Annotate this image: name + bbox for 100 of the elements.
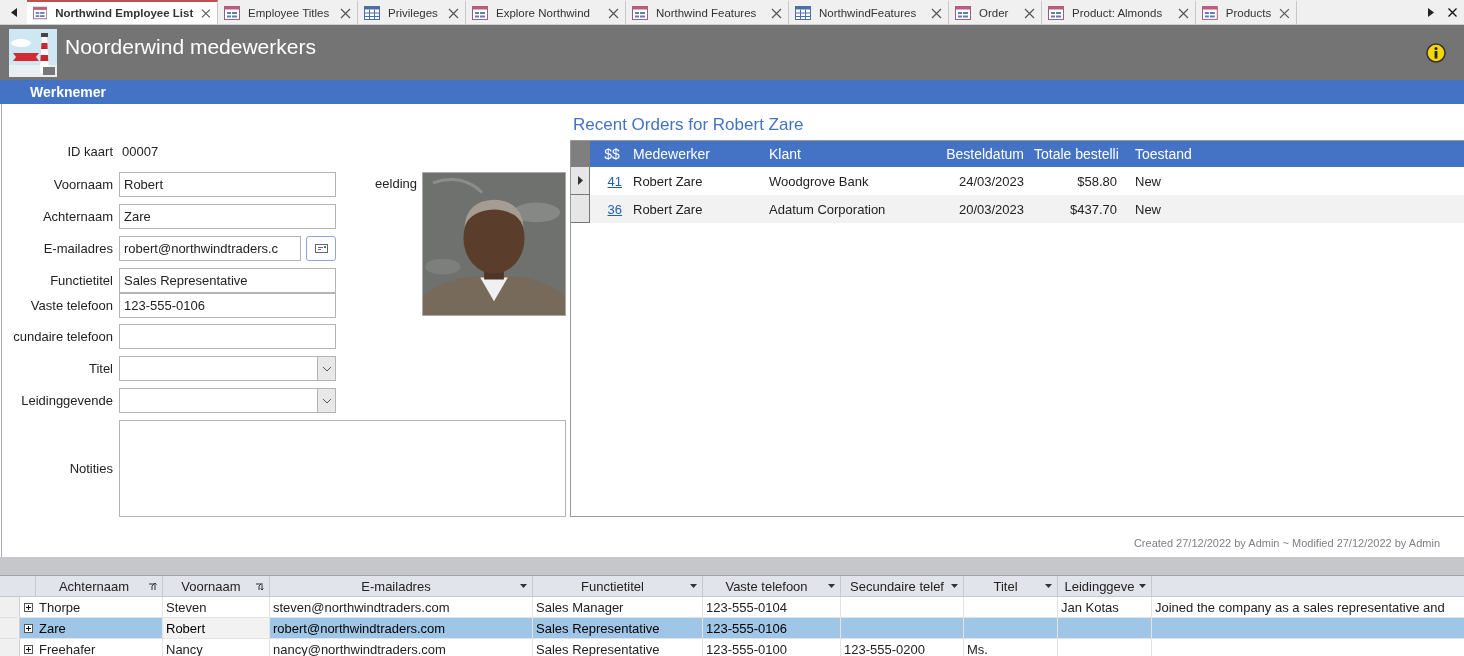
tab[interactable]: Employee Titles <box>218 0 358 24</box>
table-cell: Ms. <box>964 639 1058 656</box>
column-header[interactable]: Totale bestelli <box>1034 146 1125 162</box>
form-title: Noorderwind medewerkers <box>65 34 317 59</box>
table-cell: nancy@northwindtraders.com <box>270 639 533 656</box>
expand-icon[interactable] <box>23 644 33 654</box>
order-link[interactable]: 36 <box>591 201 622 217</box>
close-icon[interactable] <box>1447 7 1457 17</box>
close-icon[interactable] <box>340 7 351 19</box>
tab[interactable]: Product: Almonds <box>1042 0 1196 24</box>
column-header[interactable]: Besteldatum <box>917 146 1024 162</box>
column-header[interactable]: Voornaam <box>181 578 241 594</box>
expand-icon[interactable] <box>23 623 33 633</box>
table-cell-text: Adatum Corporation <box>769 201 887 217</box>
text-field[interactable]: Sales Representative <box>119 268 336 293</box>
table-cell: Steven <box>163 597 270 617</box>
form-icon <box>955 6 971 20</box>
dropdown-arrow-icon[interactable] <box>1139 584 1146 588</box>
tab[interactable]: Northwind Features <box>626 0 789 24</box>
column-header[interactable]: Medewerker <box>633 146 769 162</box>
dropdown-arrow-icon[interactable] <box>1045 584 1052 588</box>
column-header[interactable]: Vaste telefoon <box>725 578 808 594</box>
dropdown-arrow-icon[interactable] <box>951 584 958 588</box>
table-row[interactable]: Freehafer Nancy nancy@northwindtraders.com Sales Representative 123-555-0100 123-555-0200 Ms. <box>0 639 1464 656</box>
table-cell: 123-555-0106 <box>703 618 841 638</box>
form-icon <box>632 6 648 20</box>
envelope-icon <box>314 244 328 253</box>
column-header[interactable]: Secundaire telef <box>850 578 944 594</box>
subform-title: Recent Orders for Robert Zare <box>573 115 805 136</box>
column-header[interactable]: Titel <box>993 578 1018 594</box>
dropdown-field[interactable] <box>119 356 336 381</box>
table-cell: 123-555-0100 <box>703 639 841 656</box>
lighthouse-icon <box>9 28 57 77</box>
scroll-right-icon[interactable] <box>1427 7 1434 17</box>
table-cell: Sales Representative <box>533 639 703 656</box>
column-header[interactable]: Leidinggeve <box>1064 578 1135 594</box>
field-label: Achternaam <box>42 209 113 224</box>
email-field[interactable]: robert@northwindtraders.c <box>119 236 301 261</box>
section-title: Werknemer <box>30 84 106 100</box>
close-icon[interactable] <box>608 7 619 19</box>
table-row[interactable]: Zare Robert robert@northwindtraders.com Sales Representative 123-555-0106 <box>0 618 1464 639</box>
close-icon[interactable] <box>931 7 942 19</box>
column-header[interactable]: Functietitel <box>581 578 644 594</box>
field-label: cundaire telefoon <box>13 329 113 344</box>
table-cell-text: Robert Zare <box>633 201 704 217</box>
order-link[interactable]: 41 <box>591 173 622 189</box>
text-field[interactable] <box>119 324 336 349</box>
record-selector[interactable] <box>571 167 590 195</box>
table-cell: Nancy <box>163 639 270 656</box>
form-icon <box>224 6 240 20</box>
table-cell-text: New <box>1135 201 1162 217</box>
tab[interactable]: Products <box>1196 0 1297 24</box>
table-cell-text: Woodgrove Bank <box>769 173 870 189</box>
field-label: ID kaart <box>67 143 113 159</box>
close-icon[interactable] <box>1279 7 1290 19</box>
dropdown-arrow-icon[interactable] <box>690 584 697 588</box>
table-cell: Robert <box>163 618 270 638</box>
form-icon <box>1048 6 1064 20</box>
field-label: E-mailadres <box>43 241 113 256</box>
column-header[interactable]: Achternaam <box>58 578 130 594</box>
close-icon[interactable] <box>1024 7 1035 19</box>
table-icon <box>795 6 811 20</box>
close-icon[interactable] <box>448 7 459 19</box>
sort-descending-icon[interactable] <box>255 581 264 591</box>
text-field[interactable]: Zare <box>119 204 336 229</box>
form-icon <box>1202 6 1218 20</box>
dropdown-field[interactable] <box>119 388 336 413</box>
id-value: 00007 <box>121 143 160 159</box>
field-label: Functietitel <box>50 273 113 288</box>
column-header[interactable]: Toestand <box>1135 146 1255 162</box>
sort-ascending-icon[interactable] <box>148 581 157 591</box>
field-label: Vaste telefoon <box>30 297 113 313</box>
column-header[interactable]: $$ <box>591 146 633 162</box>
notes-field[interactable] <box>119 420 566 517</box>
column-header[interactable]: Klant <box>769 146 917 162</box>
expand-icon[interactable] <box>23 602 33 612</box>
audit-text: Created 27/12/2022 by Admin ~ Modified 27/12/2022 by Admin <box>1133 537 1440 549</box>
field-label: Titel <box>88 361 113 376</box>
send-email-button[interactable] <box>306 236 336 261</box>
close-icon[interactable] <box>771 7 782 19</box>
table-cell: Sales Representative <box>533 618 703 638</box>
tab[interactable]: Northwind Employee List <box>27 0 218 24</box>
table-cell-text: Robert Zare <box>633 173 704 189</box>
scroll-left-icon[interactable] <box>10 7 17 17</box>
chevron-down-icon <box>321 365 332 372</box>
text-field[interactable]: Robert <box>119 172 336 197</box>
tab[interactable]: NorthwindFeatures <box>789 0 949 24</box>
text-field[interactable]: 123-555-0106 <box>119 293 336 318</box>
table-cell-text: New <box>1135 173 1162 189</box>
table-cell: Jan Kotas <box>1058 597 1152 617</box>
tab[interactable]: Explore Northwind <box>466 0 626 24</box>
tab[interactable]: Order <box>949 0 1042 24</box>
tab[interactable]: Privileges <box>358 0 466 24</box>
dropdown-arrow-icon[interactable] <box>828 584 835 588</box>
table-cell: 123-555-0200 <box>841 639 964 656</box>
field-label: Leidinggevende <box>21 393 113 408</box>
close-icon[interactable] <box>1178 7 1189 19</box>
column-header[interactable]: E-mailadres <box>361 578 431 594</box>
dropdown-arrow-icon[interactable] <box>520 584 527 588</box>
info-icon[interactable] <box>1426 42 1446 63</box>
